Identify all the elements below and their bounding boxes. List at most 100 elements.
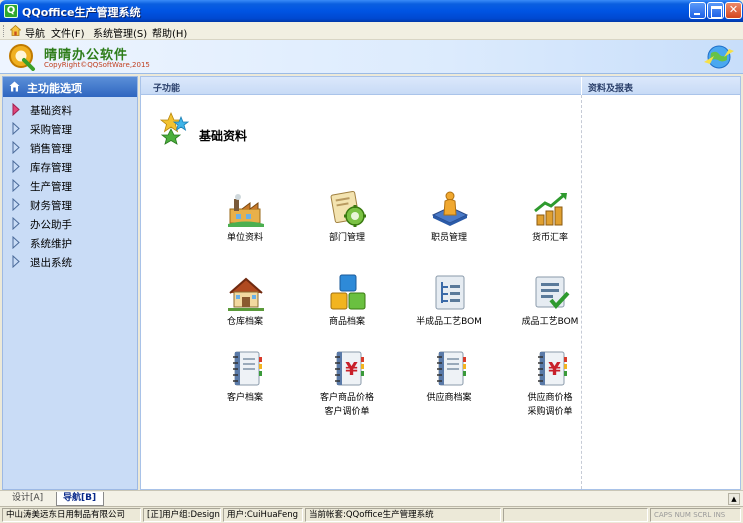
menu-system[interactable]: 系统管理(S): [93, 25, 147, 40]
section-title: 基础资料: [199, 129, 248, 143]
tile-customer-price[interactable]: ¥ 客户商品价格 客户调价单: [295, 349, 399, 425]
status-empty: [503, 508, 648, 522]
home-icon: [10, 25, 21, 36]
close-icon: ✕: [728, 3, 739, 16]
scroll-up-button[interactable]: ▲: [728, 493, 740, 505]
triangle-arrow-icon: [12, 160, 20, 173]
sidebar-item-label: 基础资料: [30, 105, 72, 117]
sidebar-item-label: 库存管理: [30, 162, 72, 174]
tile-label: 成品工艺BOM: [521, 317, 579, 327]
status-account: 当前帐套:QQoffice生产管理系统: [305, 508, 501, 522]
triangle-arrow-icon: [12, 179, 20, 192]
sidebar-item-label: 财务管理: [30, 200, 72, 212]
report-header: 资料及报表: [582, 77, 740, 95]
tile-label: 半成品工艺BOM: [416, 317, 482, 327]
minimize-button[interactable]: [689, 2, 706, 19]
window-title: QQoffice生产管理系统: [22, 6, 141, 19]
tile-supplier-price[interactable]: ¥ 供应商价格 采购调价单: [498, 349, 602, 425]
menu-bar: 导航 文件(F) 系统管理(S) 帮助(H): [0, 22, 743, 40]
triangle-arrow-icon: [12, 141, 20, 154]
basic-data-section-icon: [159, 111, 190, 145]
tab-navigation[interactable]: 导航[B]: [56, 492, 104, 506]
menu-nav[interactable]: 导航: [25, 25, 45, 40]
tab-design[interactable]: 设计[A]: [6, 492, 54, 506]
triangle-arrow-icon: [12, 255, 20, 268]
sub-function-area: 子功能 资料及报表 基础资料 单位资料 部门管理 职员管理 货币汇率仓库档案 商品档案 半…: [140, 76, 741, 490]
sidebar-item-label: 采购管理: [30, 124, 72, 136]
department-gear-icon: [330, 190, 366, 227]
tile-employee-management[interactable]: 职员管理: [397, 189, 501, 265]
tile-department-management[interactable]: 部门管理: [295, 189, 399, 265]
sidebar-item-purchase[interactable]: 采购管理: [3, 120, 137, 138]
panel-header: 主功能选项: [3, 77, 137, 97]
bom-check-icon: [535, 276, 570, 310]
warehouse-house-icon: [228, 277, 264, 311]
globe-icon: [704, 45, 734, 69]
tile-currency-rate[interactable]: 货币汇率: [498, 189, 602, 265]
triangle-arrow-icon: [12, 103, 20, 116]
status-keys: CAPS NUM SCRL INS: [650, 508, 741, 522]
tab-strip: 设计[A] 导航[B] ▲: [0, 490, 743, 506]
sidebar-item-label: 退出系统: [30, 257, 72, 269]
tile-label: 客户商品价格 客户调价单: [319, 393, 374, 417]
sidebar-item-system-maintenance[interactable]: 系统维护: [3, 234, 137, 252]
tile-label: 客户档案: [226, 393, 263, 403]
tile-label: 供应商价格 采购调价单: [527, 393, 573, 417]
home-icon: [9, 81, 20, 92]
tile-product-archive[interactable]: 商品档案: [295, 273, 399, 349]
tile-label: 供应商档案: [426, 393, 472, 403]
tile-semi-product-bom[interactable]: 半成品工艺BOM: [397, 273, 501, 349]
factory-icon: [228, 194, 264, 227]
sidebar-item-label: 生产管理: [30, 181, 72, 193]
sidebar-item-exit-system[interactable]: 退出系统: [3, 253, 137, 271]
panel-title: 主功能选项: [27, 82, 82, 95]
employee-book-icon: [431, 191, 469, 226]
minimize-icon: [690, 3, 705, 18]
notebook-icon: [437, 351, 466, 386]
toolbar-grip[interactable]: [3, 25, 6, 37]
product-blocks-icon: [330, 274, 366, 310]
copyright-text: CopyRight©QQSoftWare,2015: [44, 61, 150, 69]
tile-warehouse-archive[interactable]: 仓库档案: [193, 273, 297, 349]
app-icon[interactable]: Q: [4, 4, 18, 18]
tile-label: 仓库档案: [226, 317, 263, 327]
triangle-arrow-icon: [12, 198, 20, 211]
tile-label: 货币汇率: [531, 233, 568, 243]
tile-supplier-archive[interactable]: 供应商档案: [397, 349, 501, 425]
tile-label: 商品档案: [328, 317, 365, 327]
report-title: 资料及报表: [588, 84, 634, 94]
triangle-arrow-icon: [12, 122, 20, 135]
sidebar-item-inventory[interactable]: 库存管理: [3, 158, 137, 176]
sidebar-item-office-assistant[interactable]: 办公助手: [3, 215, 137, 233]
tile-unit-info[interactable]: 单位资料: [193, 189, 297, 265]
svg-text:¥: ¥: [345, 359, 358, 380]
notebook-icon: [233, 351, 262, 386]
status-user: 用户:CuiHuaFeng: [223, 508, 303, 522]
sidebar-item-label: 办公助手: [30, 219, 72, 231]
menu-help[interactable]: 帮助(H): [152, 25, 187, 40]
bom-tree-icon: [435, 275, 465, 310]
sidebar-item-production[interactable]: 生产管理: [3, 177, 137, 195]
sidebar-item-label: 系统维护: [30, 238, 72, 250]
tile-customer-archive[interactable]: 客户档案: [193, 349, 297, 425]
triangle-arrow-icon: [12, 236, 20, 249]
sidebar-item-finance[interactable]: 财务管理: [3, 196, 137, 214]
tile-label: 职员管理: [430, 233, 467, 243]
status-company: 中山涛美远东日用制品有限公司: [2, 508, 141, 522]
yen-notebook-icon: ¥: [335, 351, 364, 386]
sidebar-item-label: 销售管理: [30, 143, 72, 155]
triangle-arrow-icon: [12, 217, 20, 230]
maximize-button[interactable]: [707, 2, 724, 19]
sub-function-header: 子功能: [141, 77, 581, 95]
main-function-panel: 主功能选项 基础资料采购管理销售管理库存管理生产管理财务管理办公助手系统维护退出…: [2, 76, 138, 490]
sidebar-item-sales[interactable]: 销售管理: [3, 139, 137, 157]
menu-file[interactable]: 文件(F): [51, 25, 85, 40]
tile-label: 部门管理: [328, 233, 365, 243]
tile-product-bom[interactable]: 成品工艺BOM: [498, 273, 602, 349]
sidebar-item-basic-data[interactable]: 基础资料: [3, 101, 137, 119]
close-button[interactable]: ✕: [725, 2, 742, 19]
logo-icon: [9, 44, 35, 71]
coins-growth-icon: [534, 193, 567, 226]
maximize-icon: [708, 3, 723, 18]
title-bar[interactable]: Q QQoffice生产管理系统 ✕: [0, 0, 743, 22]
